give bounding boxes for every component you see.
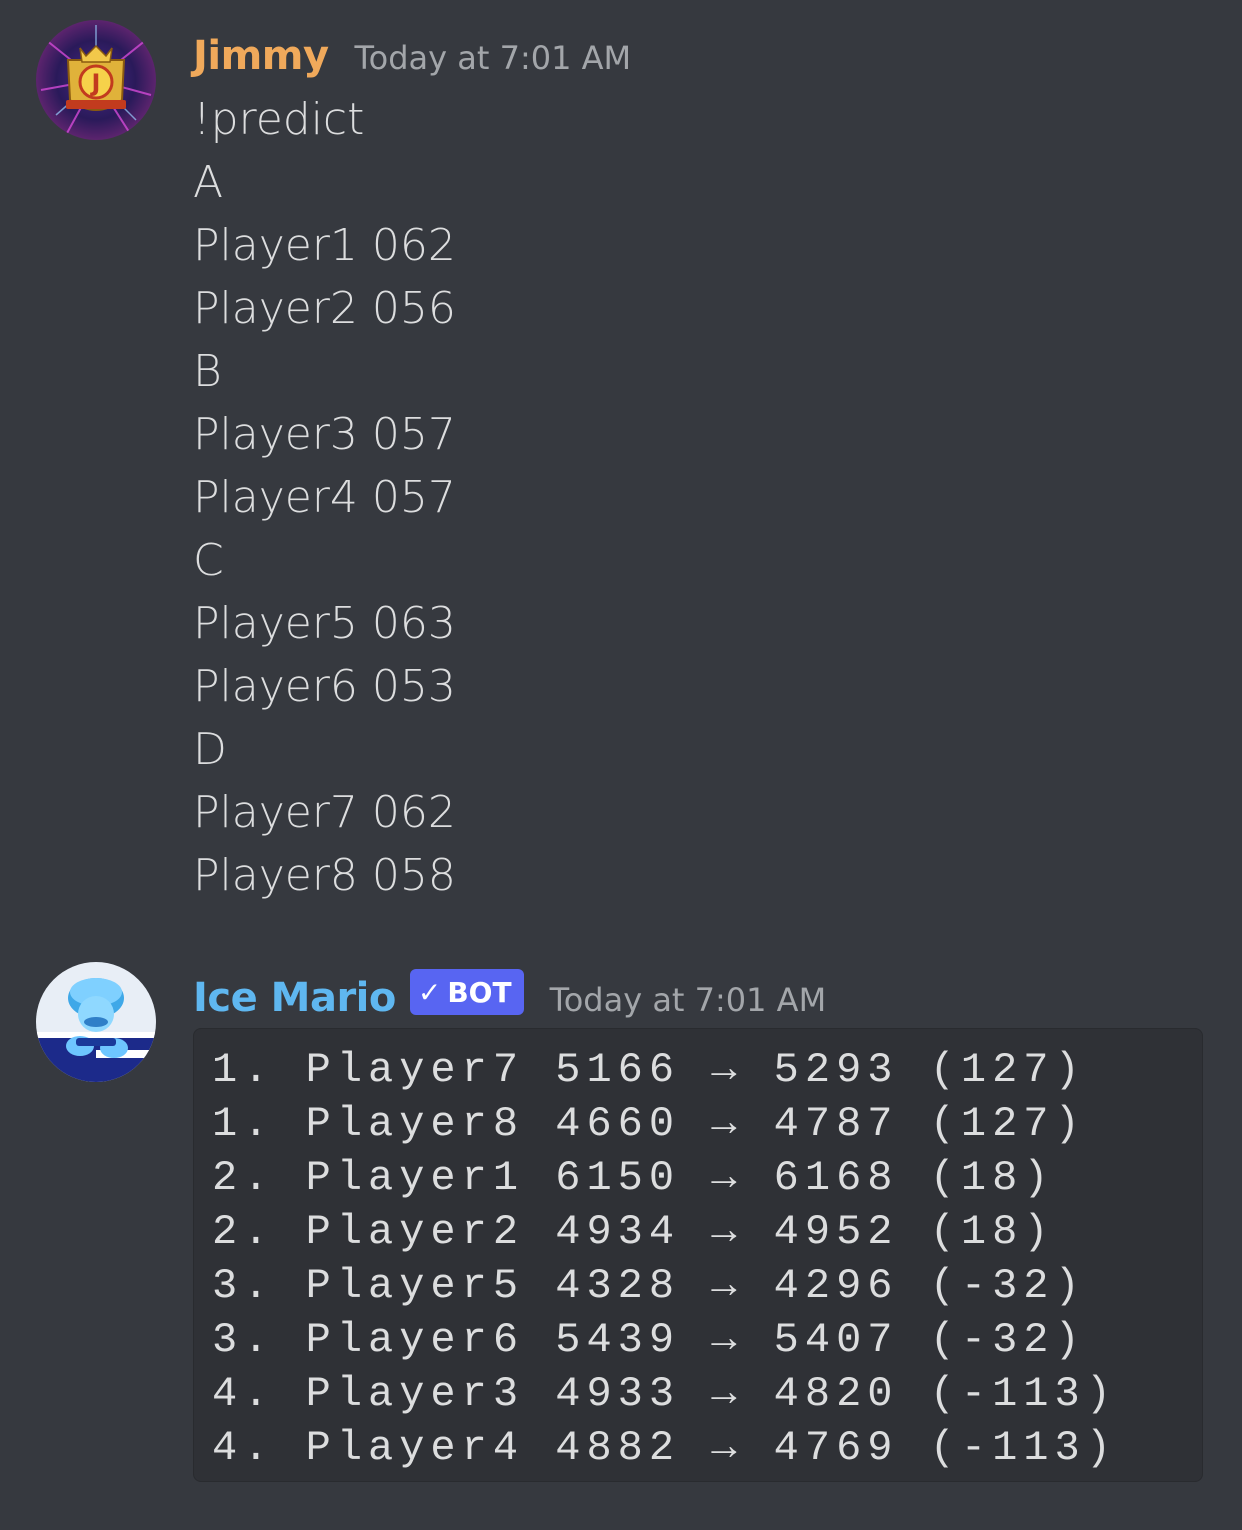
verified-bot-badge: ✓ BOT — [409, 969, 524, 1015]
message-line: Player7 062 — [193, 787, 456, 838]
message-line: B — [193, 346, 222, 397]
message-header: Jimmy Today at 7:01 AM — [193, 26, 631, 86]
ranking-line: 4. Player4 4882 → 4769 (-113) — [212, 1424, 1117, 1472]
ranking-line: 2. Player2 4934 → 4952 (18) — [212, 1208, 1055, 1256]
message-line: !predict — [193, 94, 365, 145]
message-content: !predict A Player1 062 Player2 056 B Pla… — [193, 88, 456, 907]
gold-crest-j-logo-icon: J — [36, 20, 156, 140]
checkmark-icon: ✓ — [417, 975, 442, 1009]
ranking-line: 2. Player1 6150 → 6168 (18) — [212, 1154, 1055, 1202]
ranking-line: 4. Player3 4933 → 4820 (-113) — [212, 1370, 1117, 1418]
timestamp: Today at 7:01 AM — [354, 39, 632, 77]
jimmy-avatar[interactable]: J — [36, 20, 156, 140]
message-header: Ice Mario ✓ BOT Today at 7:01 AM — [193, 968, 826, 1028]
username[interactable]: Jimmy — [193, 33, 329, 79]
message-line: C — [193, 535, 224, 586]
ranking-line: 1. Player8 4660 → 4787 (127) — [212, 1100, 1086, 1148]
bot-tag-label: BOT — [447, 975, 512, 1009]
message-line: Player8 058 — [193, 850, 456, 901]
message-line: Player3 057 — [193, 409, 456, 460]
ranking-line: 1. Player7 5166 → 5293 (127) — [212, 1046, 1086, 1094]
code-block: 1. Player7 5166 → 5293 (127) 1. Player8 … — [193, 1028, 1203, 1482]
message-line: Player4 057 — [193, 472, 456, 523]
timestamp: Today at 7:01 AM — [549, 981, 827, 1019]
username[interactable]: Ice Mario — [193, 975, 396, 1021]
message-line: Player6 053 — [193, 661, 456, 712]
ice-mario-avatar-icon — [36, 962, 156, 1082]
message-line: Player5 063 — [193, 598, 456, 649]
message-line: Player2 056 — [193, 283, 456, 334]
message-line: A — [193, 157, 224, 208]
svg-text:J: J — [90, 69, 101, 97]
message-line: D — [193, 724, 227, 775]
ice-mario-avatar[interactable] — [36, 962, 156, 1082]
ranking-line: 3. Player6 5439 → 5407 (-32) — [212, 1316, 1086, 1364]
ranking-line: 3. Player5 4328 → 4296 (-32) — [212, 1262, 1086, 1310]
message-line: Player1 062 — [193, 220, 456, 271]
